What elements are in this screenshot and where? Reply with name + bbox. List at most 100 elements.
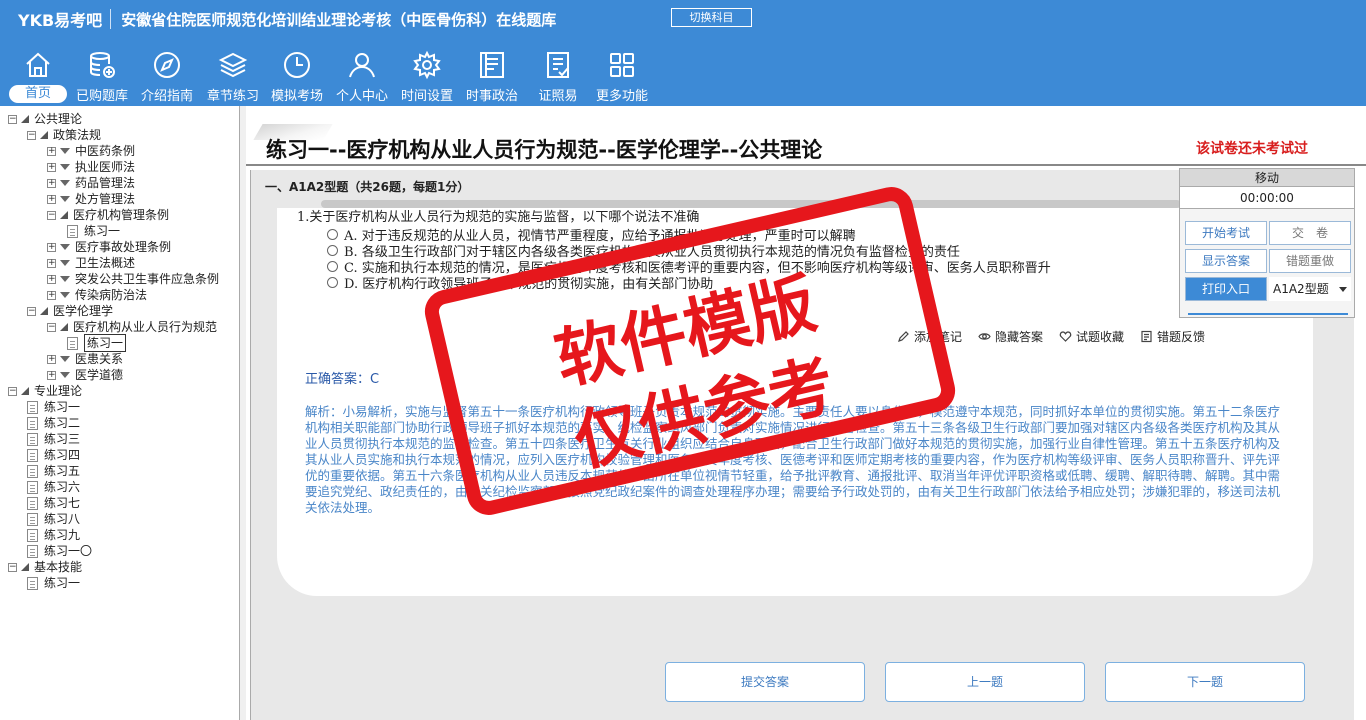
clock-icon (284, 52, 310, 78)
correct-answer: 正确答案：C (305, 372, 380, 387)
tree-item[interactable]: + 卫生法概述 (47, 255, 135, 271)
expand-icon[interactable]: + (47, 370, 56, 380)
switch-subject-button[interactable]: 切换科目 (671, 8, 752, 27)
expand-icon[interactable]: + (47, 194, 56, 204)
document-icon (27, 480, 38, 494)
tree-item[interactable]: − 医疗机构从业人员行为规范 (47, 319, 217, 335)
tree-item[interactable]: 练习六 (27, 479, 80, 495)
tree-item[interactable]: 练习四 (27, 447, 80, 463)
tree-item[interactable]: 练习八 (27, 511, 80, 527)
tree-item-label: 医疗机构管理条例 (73, 208, 170, 222)
tree-item[interactable]: − 公共理论 (8, 111, 82, 127)
tree-item[interactable]: − 医学伦理学 (27, 303, 113, 319)
tree-item[interactable]: + 医学道德 (47, 367, 123, 383)
hand-in-button[interactable]: 交 卷 (1269, 221, 1351, 245)
collapse-icon[interactable]: − (27, 306, 36, 316)
folder-arrow-icon (60, 180, 70, 186)
tree-item[interactable]: 练习七 (27, 495, 80, 511)
error-feedback-button[interactable]: 错题反馈 (1140, 328, 1205, 345)
collapse-icon[interactable]: − (47, 210, 56, 220)
expand-icon[interactable]: + (47, 274, 56, 284)
nav-home[interactable]: 首页 (8, 46, 68, 104)
folder-arrow-icon (60, 244, 70, 250)
submit-answer-button[interactable]: 提交答案 (665, 662, 865, 702)
tree-item[interactable]: − 基本技能 (8, 559, 82, 575)
document-icon (27, 576, 38, 590)
nav-time-settings[interactable]: 时间设置 (397, 46, 457, 104)
tree-item-label: 练习九 (44, 528, 81, 542)
tree-item[interactable]: + 医患关系 (47, 351, 123, 367)
expand-icon[interactable]: + (47, 146, 56, 156)
document-icon (27, 464, 38, 478)
tree-item[interactable]: + 医疗事故处理条例 (47, 239, 171, 255)
nav-guide[interactable]: 介绍指南 (137, 46, 197, 104)
exam-status: 该试卷还未考试过 (1196, 141, 1308, 157)
nav-label: 介绍指南 (140, 89, 193, 104)
document-icon (27, 448, 38, 462)
tree-item[interactable]: 练习二 (27, 415, 80, 431)
tree-item[interactable]: 练习一 (67, 334, 127, 352)
tree-item-label: 政策法规 (53, 128, 102, 142)
expand-icon[interactable]: + (47, 290, 56, 300)
hide-answer-button[interactable]: 隐藏答案 (978, 328, 1043, 345)
expand-icon[interactable]: + (47, 162, 56, 172)
expand-icon[interactable]: + (47, 242, 56, 252)
nav-certificate[interactable]: 证照易 (528, 46, 588, 104)
collapse-icon[interactable]: − (8, 386, 17, 396)
question-type-select[interactable]: A1A2型题 (1269, 277, 1351, 301)
collapse-icon[interactable]: − (47, 322, 56, 332)
tree-item[interactable]: + 中医药条例 (47, 143, 135, 159)
tree-item[interactable]: 练习三 (27, 431, 80, 447)
favorite-button[interactable]: 试题收藏 (1059, 328, 1124, 345)
tree-item[interactable]: + 药品管理法 (47, 175, 135, 191)
radio-button[interactable] (327, 229, 338, 240)
redo-wrong-button[interactable]: 错题重做 (1269, 249, 1351, 273)
nav-personal-center[interactable]: 个人中心 (332, 46, 392, 104)
document-icon (27, 432, 38, 446)
expand-icon[interactable]: + (47, 354, 56, 364)
tool-label: 错题反馈 (1157, 330, 1206, 344)
show-answer-button[interactable]: 显示答案 (1185, 249, 1267, 273)
expand-icon[interactable]: + (47, 178, 56, 188)
tree-item[interactable]: 练习一 (67, 223, 120, 239)
next-question-button[interactable]: 下一题 (1105, 662, 1305, 702)
tree-item[interactable]: 练习一 (27, 575, 80, 591)
tree-item-label: 练习二 (44, 416, 81, 430)
tree-item[interactable]: + 突发公共卫生事件应急条例 (47, 271, 219, 287)
nav-mock-exam[interactable]: 模拟考场 (267, 46, 327, 104)
tree-item[interactable]: 练习五 (27, 463, 80, 479)
collapse-icon[interactable]: − (8, 562, 17, 572)
radio-button[interactable] (327, 261, 338, 272)
previous-question-button[interactable]: 上一题 (885, 662, 1085, 702)
collapse-icon[interactable]: − (27, 130, 36, 140)
print-button[interactable]: 打印入口 (1185, 277, 1267, 301)
tree-item[interactable]: + 传染病防治法 (47, 287, 147, 303)
tree-item[interactable]: + 执业医师法 (47, 159, 135, 175)
tree-item[interactable]: 练习一〇 (27, 543, 92, 559)
document-icon (67, 224, 78, 238)
radio-button[interactable] (327, 245, 338, 256)
tree-item[interactable]: + 处方管理法 (47, 191, 135, 207)
tree-item[interactable]: 练习九 (27, 527, 80, 543)
nav-chapter-practice[interactable]: 章节练习 (203, 46, 263, 104)
nav-current-affairs[interactable]: 时事政治 (462, 46, 522, 104)
radio-button[interactable] (327, 277, 338, 288)
start-exam-button[interactable]: 开始考试 (1185, 221, 1267, 245)
folder-arrow-icon (60, 148, 70, 154)
tree-item-label: 处方管理法 (75, 192, 136, 206)
app-logo: YKB易考吧 (18, 11, 103, 30)
tree-item[interactable]: − 政策法规 (27, 127, 101, 143)
tree-item-label: 执业医师法 (75, 160, 136, 174)
nav-more[interactable]: 更多功能 (592, 46, 652, 104)
folder-arrow-icon (60, 164, 70, 170)
tree-item[interactable]: − 医疗机构管理条例 (47, 207, 169, 223)
panel-drag-handle[interactable]: 移动 (1180, 169, 1354, 187)
nav-label: 更多功能 (595, 89, 648, 104)
tree-item[interactable]: 练习一 (27, 399, 80, 415)
tree-item-label: 练习一 (44, 400, 81, 414)
collapse-icon[interactable]: − (8, 114, 17, 124)
expand-icon[interactable]: + (47, 258, 56, 268)
chapter-tree: − 公共理论 − 政策法规 + 中医药条例 + 执业医师法 + 药品管理法 + 处方管理法 − 医疗机构管… (0, 106, 240, 720)
tree-item[interactable]: − 专业理论 (8, 383, 82, 399)
nav-purchased[interactable]: 已购题库 (72, 46, 132, 104)
